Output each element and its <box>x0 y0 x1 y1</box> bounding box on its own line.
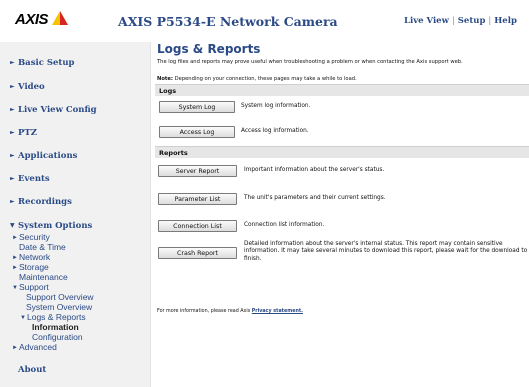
intro-text: The log files and reports may prove usef… <box>157 59 463 65</box>
server-report-description: Important information about the server's… <box>244 167 385 173</box>
access-log-description: Access log information. <box>241 128 309 134</box>
sidebar: ► Basic Setup ► Video ► Live View Config ► P… <box>0 42 151 387</box>
sidebar-subitem-maintenance[interactable]: Maintenance <box>19 272 68 282</box>
sidebar-item-label: System Options <box>18 221 93 231</box>
chevron-right-icon: ► <box>10 198 15 205</box>
sidebar-item-label: Recordings <box>18 197 72 207</box>
note-body: Depending on your connection, these page… <box>172 76 357 82</box>
subitem-label: Network <box>19 252 51 262</box>
sidebar-item-ptz[interactable]: ► PTZ <box>10 128 37 138</box>
sidebar-subitem-network[interactable]: ►Network <box>12 252 50 262</box>
subitem-label: Support <box>19 282 49 292</box>
footer-label: For more information, please read Axis <box>157 309 252 314</box>
logo-text: AXIS <box>15 11 49 28</box>
live-view-link[interactable]: Live View <box>404 16 449 26</box>
sidebar-item-about[interactable]: About <box>18 365 46 375</box>
sidebar-subitem-date-time[interactable]: Date & Time <box>19 242 66 252</box>
parameter-list-button[interactable]: Parameter List <box>158 193 237 205</box>
reports-section-header: Reports <box>155 146 529 158</box>
chevron-right-icon: ► <box>10 129 15 136</box>
connection-list-description: Connection list information. <box>244 222 325 228</box>
chevron-down-icon: ▼ <box>12 285 18 291</box>
footer-text: For more information, please read Axis P… <box>157 309 303 314</box>
sidebar-item-events[interactable]: ► Events <box>10 174 50 184</box>
sidebar-item-live-view-config[interactable]: ► Live View Config <box>10 105 97 115</box>
connection-list-button[interactable]: Connection List <box>158 220 237 232</box>
reports-heading: Reports <box>159 148 188 157</box>
note-label: Note: <box>157 76 173 82</box>
sidebar-subitem-information[interactable]: Information <box>32 322 79 332</box>
sidebar-item-basic-setup[interactable]: ► Basic Setup <box>10 58 74 68</box>
sidebar-item-system-options[interactable]: ▼ System Options <box>10 221 92 231</box>
chevron-right-icon: ► <box>10 106 15 113</box>
chevron-right-icon: ► <box>12 345 18 351</box>
sidebar-item-label: PTZ <box>18 128 37 138</box>
link-separator: | <box>451 16 455 26</box>
chevron-right-icon: ► <box>10 175 15 182</box>
logo-triangle-icon <box>52 11 68 25</box>
sidebar-subitem-logs-reports[interactable]: ▼Logs & Reports <box>20 312 86 322</box>
parameter-list-description: The unit's parameters and their current … <box>244 195 386 201</box>
chevron-down-icon: ▼ <box>10 222 15 229</box>
access-log-button[interactable]: Access Log <box>159 126 235 138</box>
axis-logo: AXIS <box>15 8 68 34</box>
sidebar-subitem-storage[interactable]: ►Storage <box>12 262 49 272</box>
chevron-right-icon: ► <box>12 265 18 271</box>
subitem-label: Storage <box>19 262 49 272</box>
sidebar-subitem-configuration[interactable]: Configuration <box>32 332 83 342</box>
system-log-button[interactable]: System Log <box>159 101 235 113</box>
sidebar-subitem-security[interactable]: ►Security <box>12 232 50 242</box>
sidebar-item-label: Basic Setup <box>18 58 75 68</box>
subitem-label: Advanced <box>19 342 57 352</box>
server-report-button[interactable]: Server Report <box>158 165 237 177</box>
sidebar-subitem-system-overview[interactable]: System Overview <box>26 302 92 312</box>
sidebar-item-label: Video <box>18 82 45 92</box>
sidebar-subitem-support-overview[interactable]: Support Overview <box>26 292 94 302</box>
sidebar-item-video[interactable]: ► Video <box>10 82 45 92</box>
chevron-right-icon: ► <box>10 83 15 90</box>
sidebar-item-recordings[interactable]: ► Recordings <box>10 197 72 207</box>
system-log-description: System log information. <box>241 103 311 109</box>
crash-report-description: Detailed information about the server's … <box>244 241 528 262</box>
chevron-right-icon: ► <box>10 59 15 66</box>
sidebar-item-label: Applications <box>18 151 78 161</box>
top-nav-links: Live View | Setup | Help <box>404 16 517 26</box>
crash-report-button[interactable]: Crash Report <box>158 247 237 259</box>
chevron-right-icon: ► <box>12 255 18 261</box>
help-link[interactable]: Help <box>494 16 517 26</box>
privacy-statement-link[interactable]: Privacy statement. <box>252 309 303 314</box>
subitem-label: Security <box>19 232 50 242</box>
product-title: AXIS P5534-E Network Camera <box>118 14 338 29</box>
link-separator: | <box>488 16 492 26</box>
logs-section-header: Logs <box>155 84 529 96</box>
sidebar-subitem-support[interactable]: ▼Support <box>12 282 49 292</box>
note-text: Note: Depending on your connection, thes… <box>157 76 357 82</box>
sidebar-item-applications[interactable]: ► Applications <box>10 151 77 161</box>
chevron-right-icon: ► <box>10 152 15 159</box>
page-title: Logs & Reports <box>157 42 261 56</box>
sidebar-subitem-advanced[interactable]: ►Advanced <box>12 342 57 352</box>
subitem-label: Logs & Reports <box>27 312 86 322</box>
setup-link[interactable]: Setup <box>458 16 486 26</box>
chevron-down-icon: ▼ <box>20 315 26 321</box>
sidebar-item-label: Events <box>18 174 50 184</box>
logs-heading: Logs <box>159 86 177 95</box>
sidebar-item-label: Live View Config <box>18 105 97 115</box>
chevron-right-icon: ► <box>12 235 18 241</box>
